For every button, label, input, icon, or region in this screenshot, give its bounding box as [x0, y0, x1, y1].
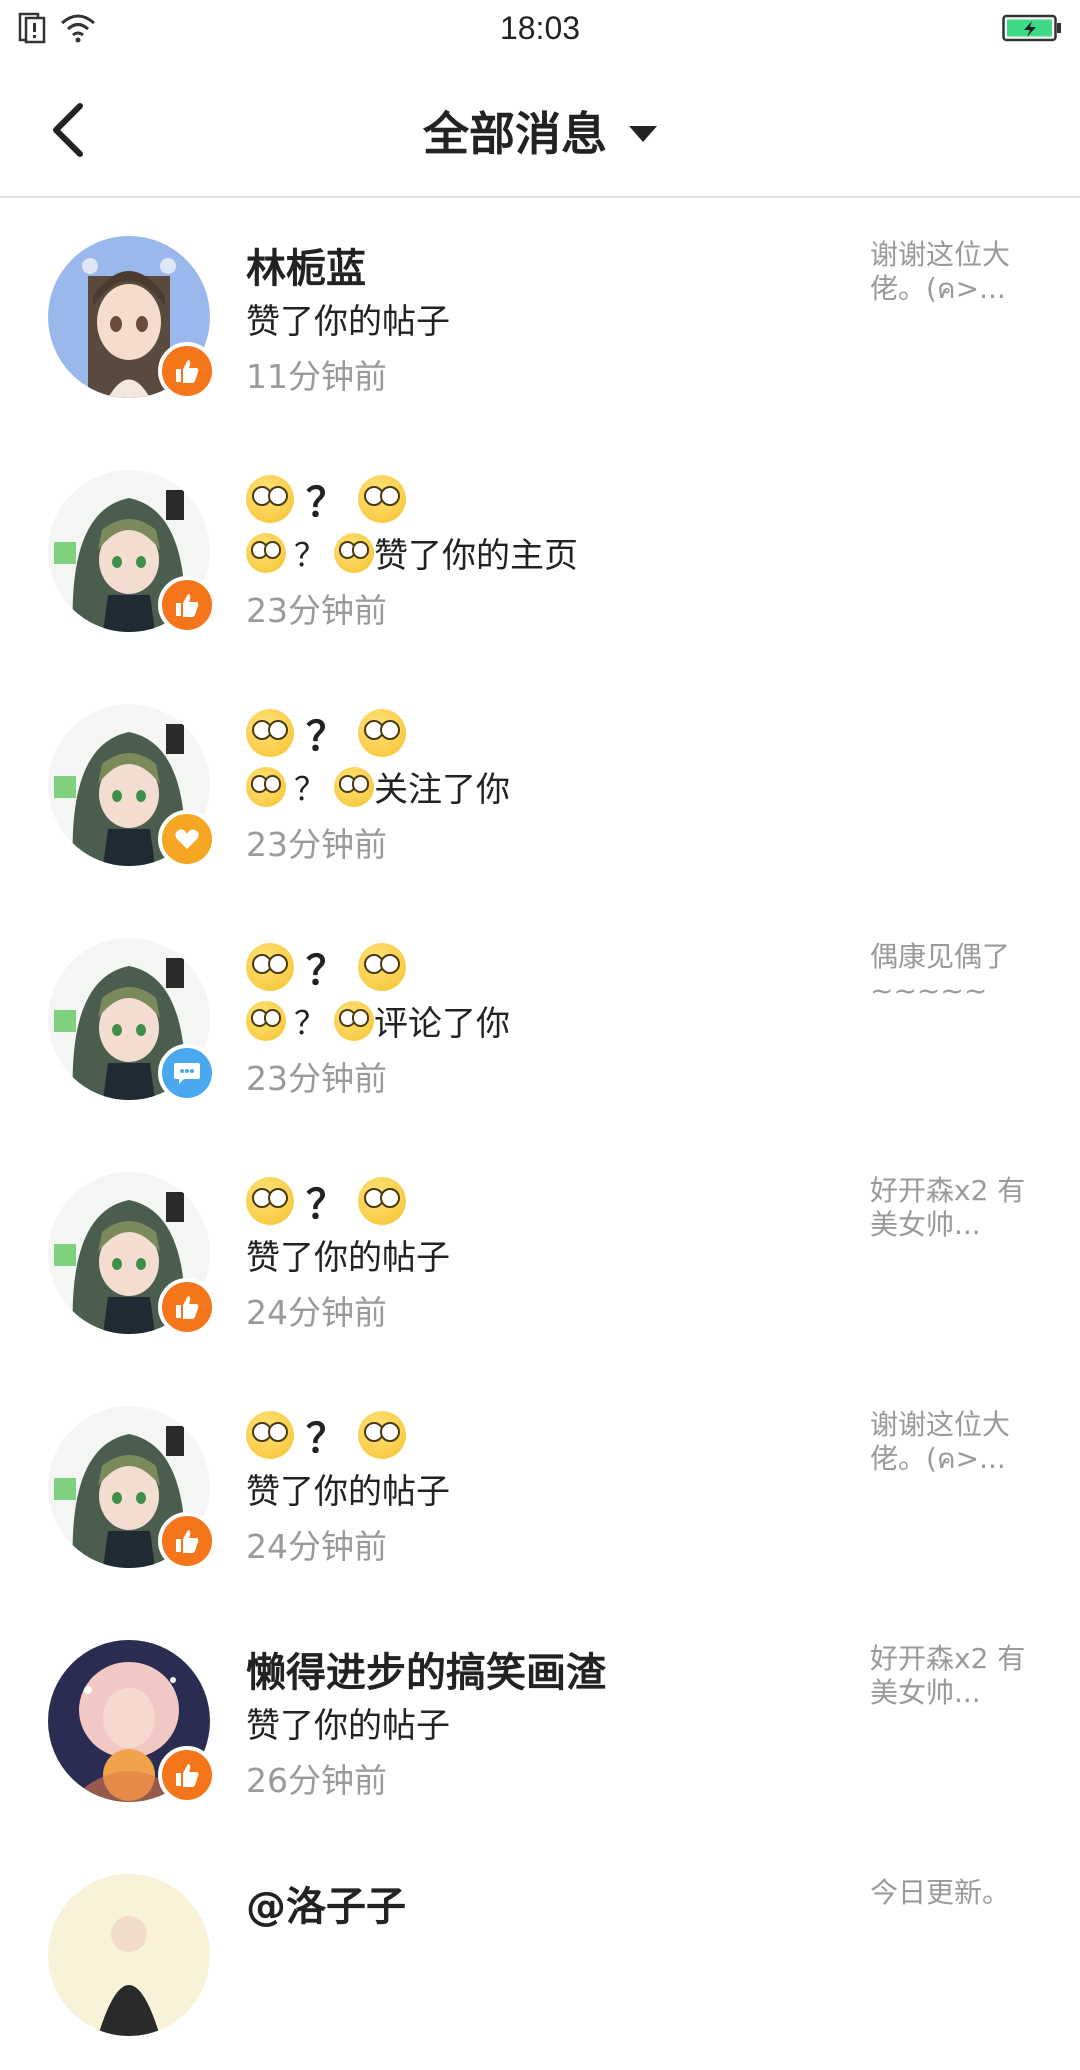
message-item[interactable]: 懒得进步的搞笑画渣赞了你的帖子 26分钟前 好开森x2 有美女帅... [0, 1602, 1080, 1836]
rolling-eyes-emoji-icon [246, 766, 286, 807]
top-nav-bar: 全部消息 [0, 56, 1080, 198]
rolling-eyes-emoji-icon [246, 943, 294, 991]
rolling-eyes-emoji-icon [358, 475, 406, 523]
rolling-eyes-emoji-icon [246, 1177, 294, 1225]
sender-name[interactable]: ？ [246, 704, 406, 762]
caret-down-icon [629, 126, 657, 142]
action-text: 赞了你的帖子 [246, 1238, 450, 1278]
rolling-eyes-emoji-icon [358, 943, 406, 991]
question-mark: ？ [306, 1416, 346, 1462]
emoji-username: ？ [246, 765, 375, 808]
action-label: 评论了你 [374, 1004, 511, 1044]
timestamp: 23分钟前 [246, 591, 387, 630]
sender-name[interactable]: 林栀蓝 [246, 236, 366, 294]
page-title: 全部消息 [423, 107, 607, 161]
like-icon [158, 576, 216, 634]
like-icon [158, 342, 216, 400]
rolling-eyes-emoji-icon [334, 766, 375, 807]
timestamp: 26分钟前 [246, 1761, 387, 1800]
action-text: 赞了你的帖子 [246, 1472, 450, 1512]
content-preview[interactable]: 今日更新。 [870, 1876, 1030, 1910]
status-bar: 18:03 [0, 0, 1080, 56]
sender-name[interactable]: 懒得进步的搞笑画渣 [246, 1640, 606, 1698]
content-preview[interactable]: 谢谢这位大佬。(ค>... [870, 1408, 1030, 1476]
like-icon [158, 1746, 216, 1804]
action-label: 关注了你 [374, 770, 511, 810]
heart-icon [158, 810, 216, 868]
battery-icon [1002, 14, 1061, 42]
rolling-eyes-emoji-icon [246, 475, 294, 523]
message-item[interactable]: ？ ？ 赞了你的主页 23分钟前 [0, 432, 1080, 666]
rolling-eyes-emoji-icon [246, 1000, 286, 1041]
rolling-eyes-emoji-icon [358, 709, 406, 757]
action-text: 赞了你的帖子 [246, 302, 450, 342]
emoji-username: ？ [246, 942, 406, 994]
timestamp: 24分钟前 [246, 1293, 387, 1332]
emoji-username: ？ [246, 474, 406, 526]
message-list: 林栀蓝 赞了你的帖子 11分钟前 谢谢这位大佬。(ค>...？？赞了你的主页 23分钟前… [0, 198, 1080, 2070]
action-text: ？ 赞了你的主页 [246, 528, 578, 577]
emoji-username: ？ [246, 531, 375, 574]
question-mark: ？ [294, 769, 327, 808]
message-item[interactable]: ？ ？ 评论了你 23分钟前 偶康见偶了~~~~~ [0, 900, 1080, 1134]
clock: 18:03 [499, 10, 581, 46]
action-text: ？ 评论了你 [246, 996, 510, 1045]
question-mark: ？ [306, 714, 346, 760]
like-icon [158, 1278, 216, 1336]
message-item[interactable]: 林栀蓝赞了你的帖子 11分钟前 谢谢这位大佬。(ค>... [0, 198, 1080, 432]
action-text: 赞了你的帖子 [246, 1706, 450, 1746]
sender-name[interactable]: ？ [246, 938, 406, 996]
rolling-eyes-emoji-icon [334, 532, 375, 573]
message-item[interactable]: ？ 赞了你的帖子 24分钟前 谢谢这位大佬。(ค>... [0, 1368, 1080, 1602]
message-item[interactable]: @洛子子 今日更新。 [0, 1836, 1080, 2070]
emoji-username: ？ [246, 708, 406, 760]
timestamp: 11分钟前 [246, 357, 387, 396]
sender-name[interactable]: ？ [246, 1172, 406, 1230]
timestamp: 24分钟前 [246, 1527, 387, 1566]
message-item[interactable]: ？ ？ 关注了你 23分钟前 [0, 666, 1080, 900]
rolling-eyes-emoji-icon [246, 532, 286, 573]
rolling-eyes-emoji-icon [358, 1411, 406, 1459]
question-mark: ？ [306, 1182, 346, 1228]
emoji-username: ？ [246, 1410, 406, 1462]
content-preview[interactable]: 好开森x2 有美女帅... [870, 1642, 1030, 1710]
question-mark: ？ [306, 480, 346, 526]
sender-name[interactable]: ？ [246, 1406, 406, 1464]
question-mark: ？ [294, 1003, 327, 1042]
question-mark: ？ [294, 535, 327, 574]
emoji-username: ？ [246, 999, 375, 1042]
content-preview[interactable]: 好开森x2 有美女帅... [870, 1174, 1030, 1242]
action-label: 赞了你的主页 [374, 536, 579, 576]
action-text: ？ 关注了你 [246, 762, 510, 811]
comment-icon [158, 1044, 216, 1102]
sender-name[interactable]: ？ [246, 470, 406, 528]
emoji-username: ？ [246, 1176, 406, 1228]
content-preview[interactable]: 谢谢这位大佬。(ค>... [870, 238, 1030, 306]
rolling-eyes-emoji-icon [246, 1411, 294, 1459]
avatar[interactable] [48, 1874, 210, 2036]
rolling-eyes-emoji-icon [246, 709, 294, 757]
rolling-eyes-emoji-icon [358, 1177, 406, 1225]
timestamp: 23分钟前 [246, 825, 387, 864]
question-mark: ？ [306, 948, 346, 994]
timestamp: 23分钟前 [246, 1059, 387, 1098]
sender-name[interactable]: @洛子子 [246, 1874, 406, 1932]
rolling-eyes-emoji-icon [334, 1000, 375, 1041]
message-item[interactable]: ？ 赞了你的帖子 24分钟前 好开森x2 有美女帅... [0, 1134, 1080, 1368]
message-filter-dropdown[interactable]: 全部消息 [0, 98, 1080, 164]
content-preview[interactable]: 偶康见偶了~~~~~ [870, 940, 1030, 1008]
like-icon [158, 1512, 216, 1570]
